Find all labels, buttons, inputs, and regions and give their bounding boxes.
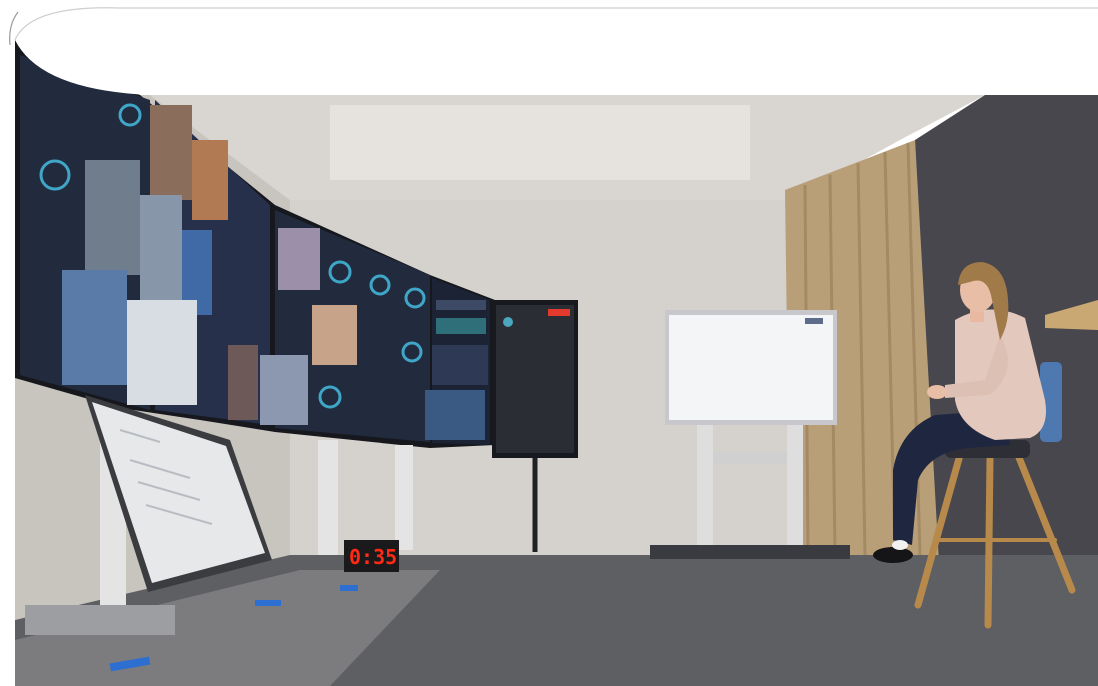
participant-tile: [278, 228, 320, 290]
participant-tile: [62, 270, 127, 385]
presenter-hands: [927, 385, 947, 399]
participant-tile: [192, 140, 228, 220]
floor-monitor-base: [25, 605, 175, 635]
photo-left-border: [0, 620, 15, 686]
participant-tile: [140, 195, 182, 300]
participant-tile: [228, 345, 258, 420]
participant-tile: [432, 345, 488, 385]
whiteboard-screen: [669, 315, 833, 420]
conference-room-photo: 0:35: [0, 0, 1098, 686]
whiteboard-logo: [805, 318, 823, 324]
meeting-sidebar-bar: [436, 300, 486, 310]
countdown-clock: 0:35: [344, 540, 399, 572]
stand-leg: [395, 445, 413, 550]
participant-avatar: [503, 317, 513, 327]
participant-tile: [150, 105, 192, 200]
whiteboard-stand-brace: [713, 452, 787, 464]
presenter-shoe: [873, 547, 913, 563]
ceiling-light-panel: [330, 105, 750, 180]
participant-tile: [260, 355, 308, 425]
whiteboard-stand-left: [697, 425, 713, 545]
participant-tile: [85, 160, 140, 275]
meeting-sidebar-bar: [436, 318, 486, 334]
participant-tile: [312, 305, 357, 365]
whiteboard-base: [650, 545, 850, 559]
photo-area: 0:35: [15, 40, 1098, 686]
whiteboard-stand-right: [787, 425, 803, 545]
clock-display: 0:35: [349, 545, 397, 569]
presenter-sock: [892, 540, 908, 550]
participant-tile: [127, 300, 197, 405]
recording-indicator: [548, 309, 570, 316]
participant-tile: [425, 390, 485, 440]
stand-leg: [318, 440, 338, 555]
secondary-display-screen: [496, 305, 574, 453]
